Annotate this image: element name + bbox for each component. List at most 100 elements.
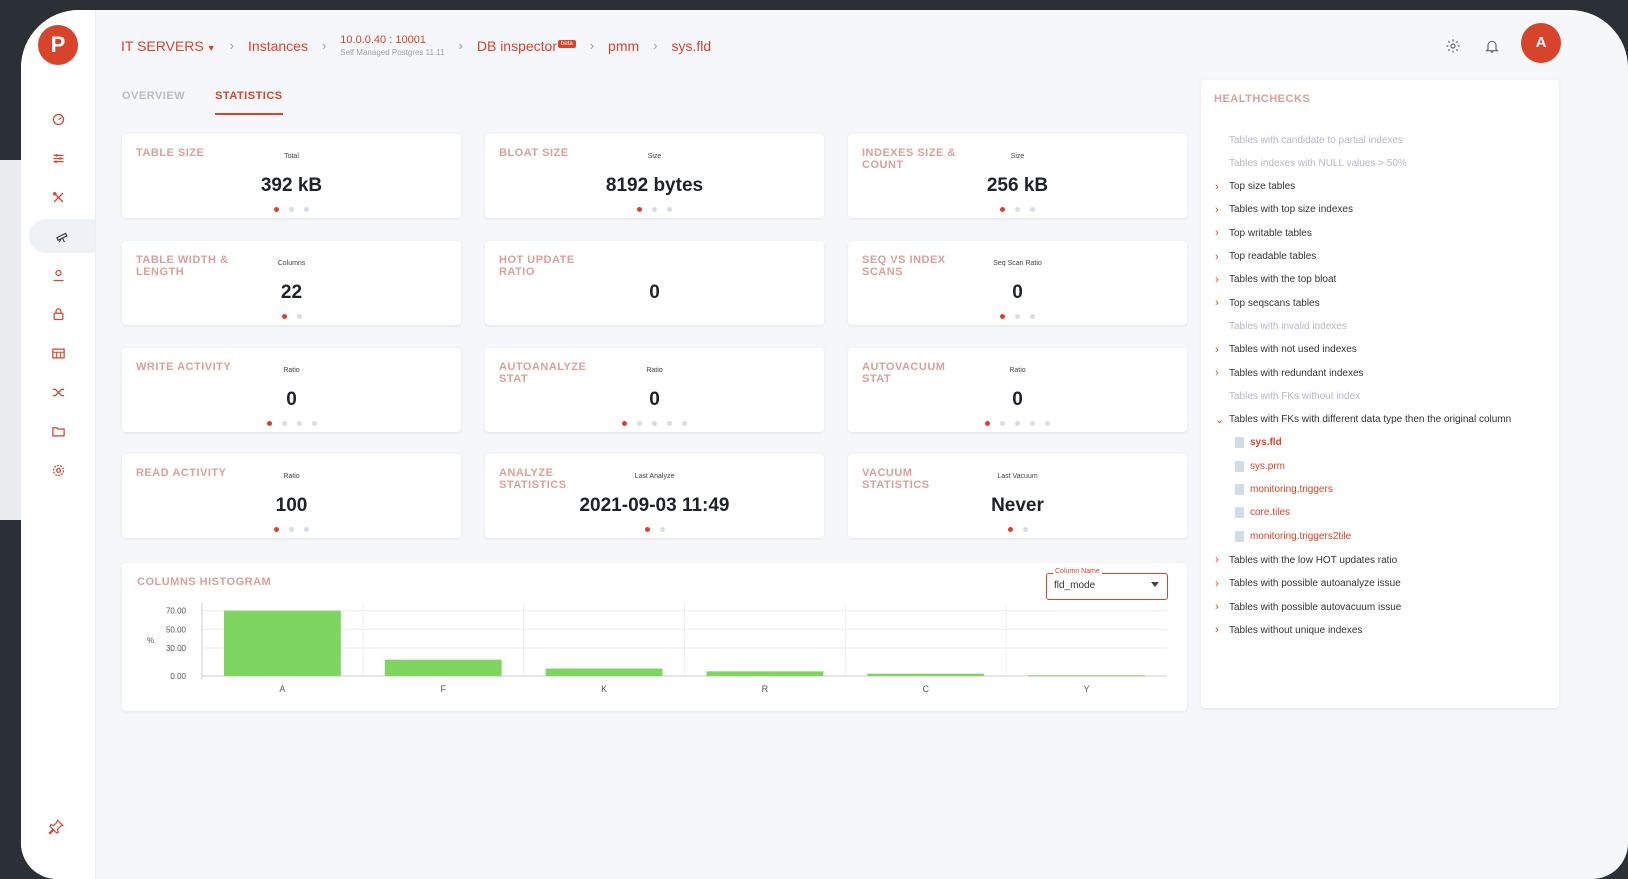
tab-overview[interactable]: OVERVIEW — [122, 90, 185, 115]
carousel-dot[interactable] — [659, 527, 665, 532]
breadcrumb-db-inspector[interactable]: DB inspector beta — [477, 38, 576, 54]
carousel-dot[interactable] — [1000, 421, 1005, 426]
healthcheck-item[interactable]: ⌄ Tables with FKs with different data typ… — [1215, 412, 1511, 428]
bell-icon[interactable] — [1482, 36, 1502, 56]
x-tick-label: K — [601, 684, 607, 694]
healthcheck-item: Tables with candidate to partial indexes — [1215, 132, 1403, 148]
chevron-right-icon: › — [1215, 554, 1219, 567]
healthcheck-item[interactable]: › Tables with the low HOT updates ratio — [1215, 552, 1397, 568]
table-link-label: monitoring.triggers2tile — [1250, 530, 1352, 542]
chevron-right-icon: › — [1215, 343, 1219, 356]
carousel-dot[interactable] — [1045, 421, 1050, 426]
carousel-dot[interactable] — [1015, 314, 1020, 319]
carousel-dot[interactable] — [1022, 527, 1028, 532]
healthcheck-table-link[interactable]: sys.prm — [1235, 458, 1285, 474]
carousel-dot[interactable] — [682, 421, 687, 426]
sidebar-item-table[interactable] — [31, 336, 85, 370]
pin-icon[interactable] — [47, 818, 65, 841]
app-logo[interactable]: P — [38, 25, 78, 65]
healthcheck-item[interactable]: › Top writable tables — [1215, 225, 1312, 241]
carousel-dots — [848, 527, 1187, 532]
healthcheck-table-link[interactable]: monitoring.triggers2tile — [1235, 528, 1351, 544]
breadcrumb-pmm[interactable]: pmm — [608, 38, 639, 54]
document-icon — [1235, 484, 1244, 495]
healthcheck-item[interactable]: › Tables with not used indexes — [1215, 342, 1357, 358]
sidebar-item-shuffle[interactable] — [31, 375, 85, 409]
carousel-dot[interactable] — [1000, 207, 1005, 212]
avatar[interactable]: A — [1521, 23, 1561, 63]
healthcheck-item[interactable]: › Tables without unique indexes — [1215, 622, 1362, 638]
sidebar-item-lock[interactable] — [31, 297, 85, 331]
carousel-dot[interactable] — [667, 207, 672, 212]
carousel-dot[interactable] — [304, 207, 309, 212]
sidebar-item-user[interactable] — [31, 258, 85, 292]
carousel-dot[interactable] — [652, 421, 657, 426]
healthcheck-table-link[interactable]: sys.fld — [1235, 435, 1282, 451]
carousel-dot[interactable] — [985, 421, 990, 426]
healthcheck-table-link[interactable]: monitoring.triggers — [1235, 482, 1333, 498]
settings-gear-icon[interactable] — [1443, 36, 1463, 56]
carousel-dot[interactable] — [644, 527, 650, 532]
healthcheck-item[interactable]: › Tables with top size indexes — [1215, 202, 1353, 218]
healthcheck-item[interactable]: › Top seqscans tables — [1215, 295, 1320, 311]
carousel-dot[interactable] — [281, 314, 287, 319]
breadcrumb-host[interactable]: 10.0.0.40 : 10001 Self Managed Postgres … — [340, 34, 444, 57]
breadcrumb-current: sys.fld — [671, 37, 712, 54]
carousel-dots — [122, 207, 461, 212]
stat-card-seq-vs-index-scans: SEQ VS INDEX SCANS Seq Scan Ratio 0 — [848, 241, 1187, 325]
healthcheck-item[interactable]: › Tables with possible autovacuum issue — [1215, 599, 1401, 615]
healthcheck-label: Tables with top size indexes — [1229, 204, 1353, 216]
card-subtitle: Ratio — [646, 367, 663, 374]
tab-statistics[interactable]: STATISTICS — [215, 90, 283, 115]
card-subtitle: Ratio — [283, 473, 300, 480]
sidebar-item-tools[interactable] — [31, 180, 85, 214]
carousel-dot[interactable] — [296, 314, 302, 319]
sidebar-item-dashboard[interactable] — [31, 102, 85, 136]
sidebar-item-sliders[interactable] — [31, 141, 85, 175]
card-subtitle: Last Analyze — [634, 473, 675, 480]
carousel-dot[interactable] — [311, 421, 317, 426]
carousel-dot[interactable] — [1007, 527, 1013, 532]
sidebar-item-telescope[interactable] — [29, 219, 95, 253]
x-tick-label: C — [923, 684, 930, 694]
carousel-dots — [122, 527, 461, 532]
carousel-dot[interactable] — [281, 421, 287, 426]
carousel-dot[interactable] — [1030, 421, 1035, 426]
sidebar-item-folder[interactable] — [31, 414, 85, 448]
carousel-dot[interactable] — [622, 421, 627, 426]
chevron-down-icon: ⌄ — [1215, 414, 1225, 427]
breadcrumb-instances[interactable]: Instances — [248, 38, 308, 54]
healthcheck-item[interactable]: › Tables with redundant indexes — [1215, 365, 1364, 381]
carousel-dot[interactable] — [1030, 207, 1035, 212]
carousel-dot[interactable] — [304, 527, 309, 532]
healthcheck-item[interactable]: › Tables with the top bloat — [1215, 272, 1336, 288]
carousel-dot[interactable] — [1015, 207, 1020, 212]
carousel-dot[interactable] — [667, 421, 672, 426]
healthcheck-item[interactable]: › Tables with possible autoanalyze issue — [1215, 576, 1401, 592]
carousel-dot[interactable] — [266, 421, 272, 426]
x-tick-label: A — [279, 684, 285, 694]
carousel-dot[interactable] — [274, 527, 279, 532]
healthchecks-panel: HEALTHCHECKS Tables with candidate to pa… — [1201, 80, 1559, 708]
healthcheck-item[interactable]: › Top size tables — [1215, 179, 1295, 195]
healthcheck-table-link[interactable]: core.tiles — [1235, 505, 1290, 521]
chevron-right-icon: › — [589, 38, 595, 53]
carousel-dot[interactable] — [637, 421, 642, 426]
carousel-dot[interactable] — [1030, 314, 1035, 319]
carousel-dot[interactable] — [652, 207, 657, 212]
healthcheck-label: Tables with possible autovacuum issue — [1229, 601, 1402, 613]
stat-card-analyze-statistics: ANALYZE STATISTICS Last Analyze 2021-09-03… — [485, 454, 824, 538]
carousel-dot[interactable] — [637, 207, 642, 212]
table-link-label: sys.prm — [1250, 460, 1285, 472]
x-tick-label: Y — [1084, 684, 1090, 694]
carousel-dot[interactable] — [1015, 421, 1020, 426]
breadcrumb-it-servers[interactable]: IT SERVERS ▼ — [121, 38, 216, 54]
carousel-dot[interactable] — [274, 207, 279, 212]
healthcheck-item[interactable]: › Top readable tables — [1215, 249, 1316, 265]
carousel-dot[interactable] — [296, 421, 302, 426]
sidebar-item-gear[interactable] — [31, 453, 85, 487]
carousel-dot[interactable] — [289, 207, 294, 212]
chevron-right-icon: › — [1215, 297, 1219, 310]
carousel-dot[interactable] — [1000, 314, 1005, 319]
carousel-dot[interactable] — [289, 527, 294, 532]
